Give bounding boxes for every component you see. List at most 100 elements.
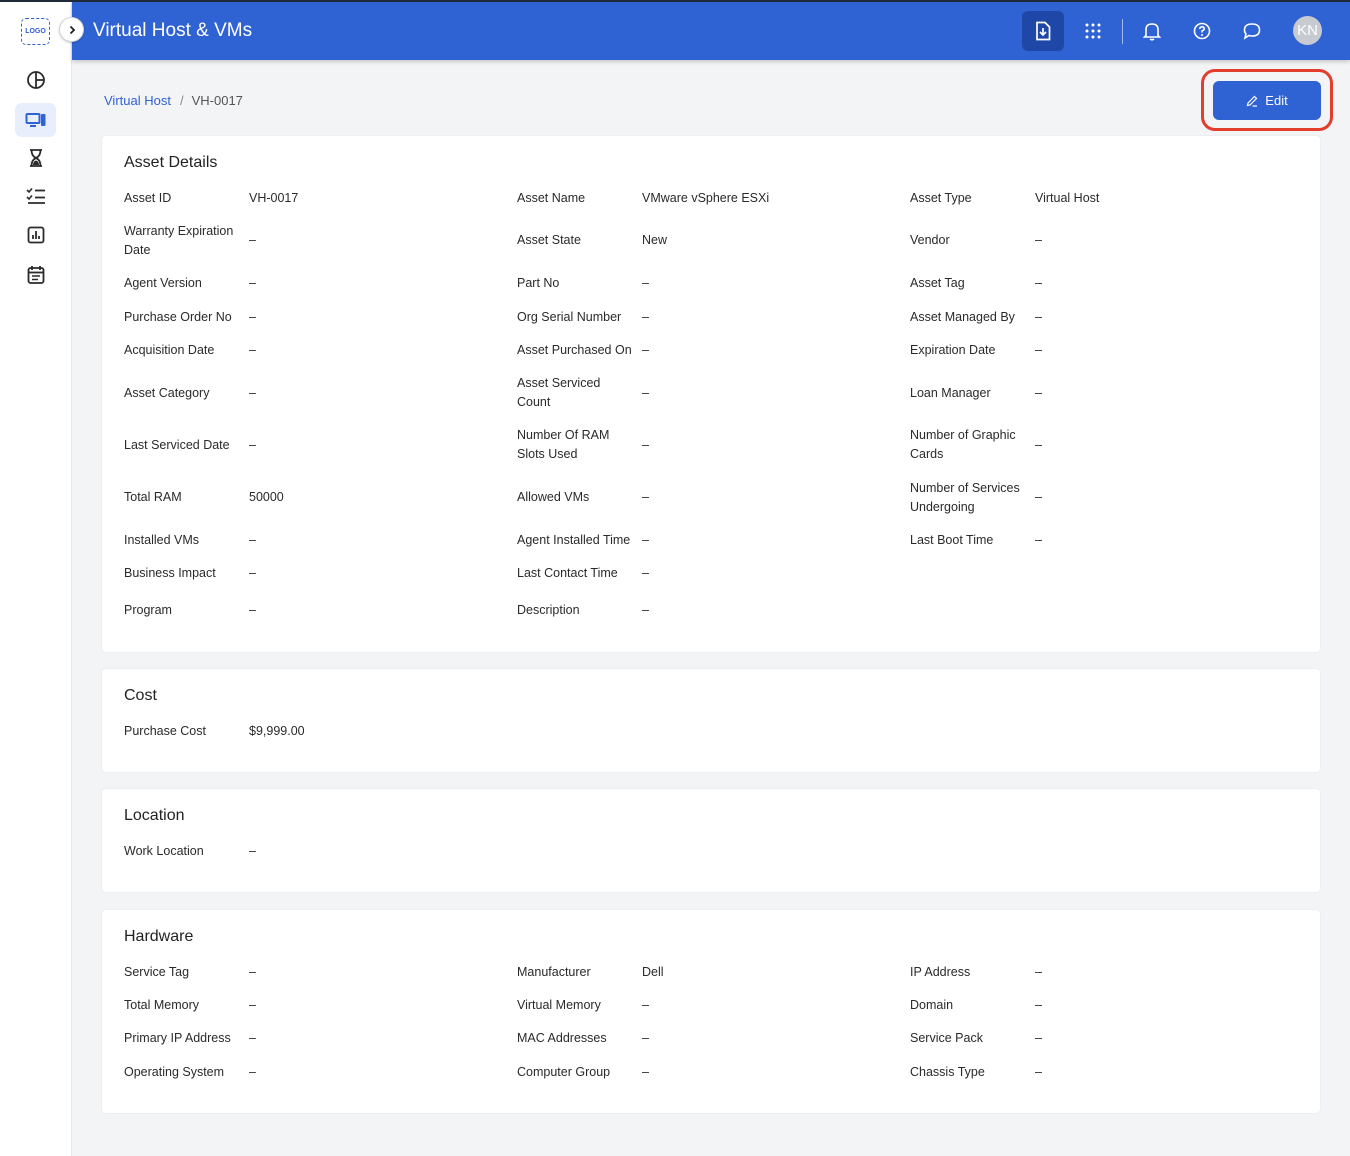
app-logo: LOGO: [21, 18, 50, 45]
sidebar: LOGO: [0, 0, 72, 1156]
field-label: Computer Group: [517, 1065, 611, 1079]
field-value: –: [642, 276, 649, 290]
field-label: Work Location: [124, 844, 204, 858]
field-label: Asset Managed By: [910, 310, 1015, 324]
field-label: Manufacturer: [517, 965, 591, 979]
nav-dashboard[interactable]: [15, 63, 56, 97]
field-value: –: [642, 998, 649, 1012]
field-label: Asset Type: [910, 191, 972, 205]
field-value: 50000: [249, 490, 284, 504]
field-label: Agent Version: [124, 276, 202, 290]
field-value: –: [249, 1065, 256, 1079]
top-bar: Virtual Host & VMs KN: [72, 2, 1350, 60]
hardware-card: Hardware Service Tag – Manufacturer Dell…: [101, 909, 1321, 1114]
field-value: –: [1035, 276, 1042, 290]
window-top-border: [0, 0, 1350, 2]
field-value: –: [642, 490, 649, 504]
breadcrumb-current: VH-0017: [191, 93, 243, 108]
nav-calendar[interactable]: [15, 258, 56, 292]
field-value: VMware vSphere ESXi: [642, 191, 770, 205]
field-label: Loan Manager: [910, 386, 991, 400]
field-label: Acquisition Date: [124, 343, 215, 357]
chat-button[interactable]: [1231, 11, 1273, 51]
field-value: –: [642, 1065, 649, 1079]
apps-grid-icon: [1085, 23, 1101, 39]
field-label: Purchase Order No: [124, 310, 232, 324]
field-value: –: [1035, 998, 1042, 1012]
field-value: New: [642, 233, 668, 247]
field-label: Expiration Date: [910, 343, 996, 357]
field-value: –: [249, 438, 256, 452]
field-value: –: [249, 233, 256, 247]
field-label: Allowed VMs: [517, 490, 590, 504]
field-label: Org Serial Number: [517, 310, 622, 324]
field-label: Total Memory: [124, 998, 200, 1012]
field-value: –: [1035, 343, 1042, 357]
field-label: Asset Name: [517, 191, 586, 205]
field-value: –: [249, 533, 256, 547]
cost-title: Cost: [124, 687, 157, 704]
field-value: –: [1035, 386, 1042, 400]
field-label: Business Impact: [124, 566, 216, 580]
nav-pending[interactable]: [15, 141, 56, 175]
breadcrumb-parent-link[interactable]: Virtual Host: [104, 93, 171, 108]
field-value: –: [249, 386, 256, 400]
field-label: Warranty Expiration Date: [124, 224, 234, 257]
field-label: Agent Installed Time: [517, 533, 631, 547]
field-value: –: [642, 533, 649, 547]
bell-icon: [1143, 23, 1161, 41]
download-button[interactable]: [1022, 11, 1064, 51]
field-value: Virtual Host: [1035, 191, 1100, 205]
field-value: –: [642, 566, 649, 580]
field-value: –: [642, 1031, 649, 1045]
field-label: Installed VMs: [124, 533, 200, 547]
breadcrumb: Virtual Host / VH-0017: [104, 93, 243, 108]
apps-button[interactable]: [1072, 11, 1114, 51]
field-value: VH-0017: [249, 191, 299, 205]
hourglass-icon: [29, 149, 42, 167]
breadcrumb-separator: /: [179, 93, 184, 108]
notifications-button[interactable]: [1131, 11, 1173, 51]
field-value: –: [1035, 1031, 1042, 1045]
field-label: Description: [517, 603, 580, 617]
field-value: –: [1035, 233, 1042, 247]
nav-reports[interactable]: [15, 218, 56, 252]
field-value: –: [249, 965, 256, 979]
field-value: –: [249, 343, 256, 357]
field-value: –: [642, 438, 649, 452]
dashboard-icon: [26, 71, 45, 89]
chat-icon: [1243, 23, 1261, 40]
asset-details-card: Asset Details Asset ID VH-0017 Asset Nam…: [101, 135, 1321, 653]
help-icon: [1193, 22, 1211, 40]
help-button[interactable]: [1181, 11, 1223, 51]
cost-card: Cost Purchase Cost $9,999.00: [101, 668, 1321, 773]
checklist-icon: [25, 187, 45, 204]
field-label: Program: [124, 603, 172, 617]
field-label: Operating System: [124, 1065, 225, 1079]
user-avatar[interactable]: KN: [1293, 16, 1322, 45]
field-label: Asset Category: [124, 386, 210, 400]
highlight-annotation: [1201, 69, 1333, 131]
chevron-right-icon: [69, 25, 75, 34]
asset-details-title: Asset Details: [124, 154, 218, 171]
field-label: Last Contact Time: [517, 566, 618, 580]
field-value: –: [1035, 438, 1042, 452]
field-label: Number of Services Undergoing: [910, 481, 1020, 514]
field-label: Asset Serviced Count: [517, 376, 601, 409]
toolbar-divider: [1122, 19, 1123, 44]
location-title: Location: [124, 807, 185, 824]
field-label: Last Serviced Date: [124, 438, 230, 452]
field-value: –: [249, 276, 256, 290]
location-card: Location Work Location –: [101, 788, 1321, 893]
field-label: Asset ID: [124, 191, 172, 205]
field-value: –: [249, 844, 256, 858]
field-label: Vendor: [910, 233, 950, 247]
page-title: Virtual Host & VMs: [93, 20, 253, 41]
field-label: MAC Addresses: [517, 1031, 607, 1045]
field-value: $9,999.00: [249, 724, 305, 738]
calendar-icon: [27, 266, 44, 284]
field-value: –: [249, 998, 256, 1012]
nav-tasks[interactable]: [15, 179, 56, 213]
nav-devices[interactable]: [15, 103, 56, 137]
sidebar-expand-button[interactable]: [59, 17, 84, 42]
